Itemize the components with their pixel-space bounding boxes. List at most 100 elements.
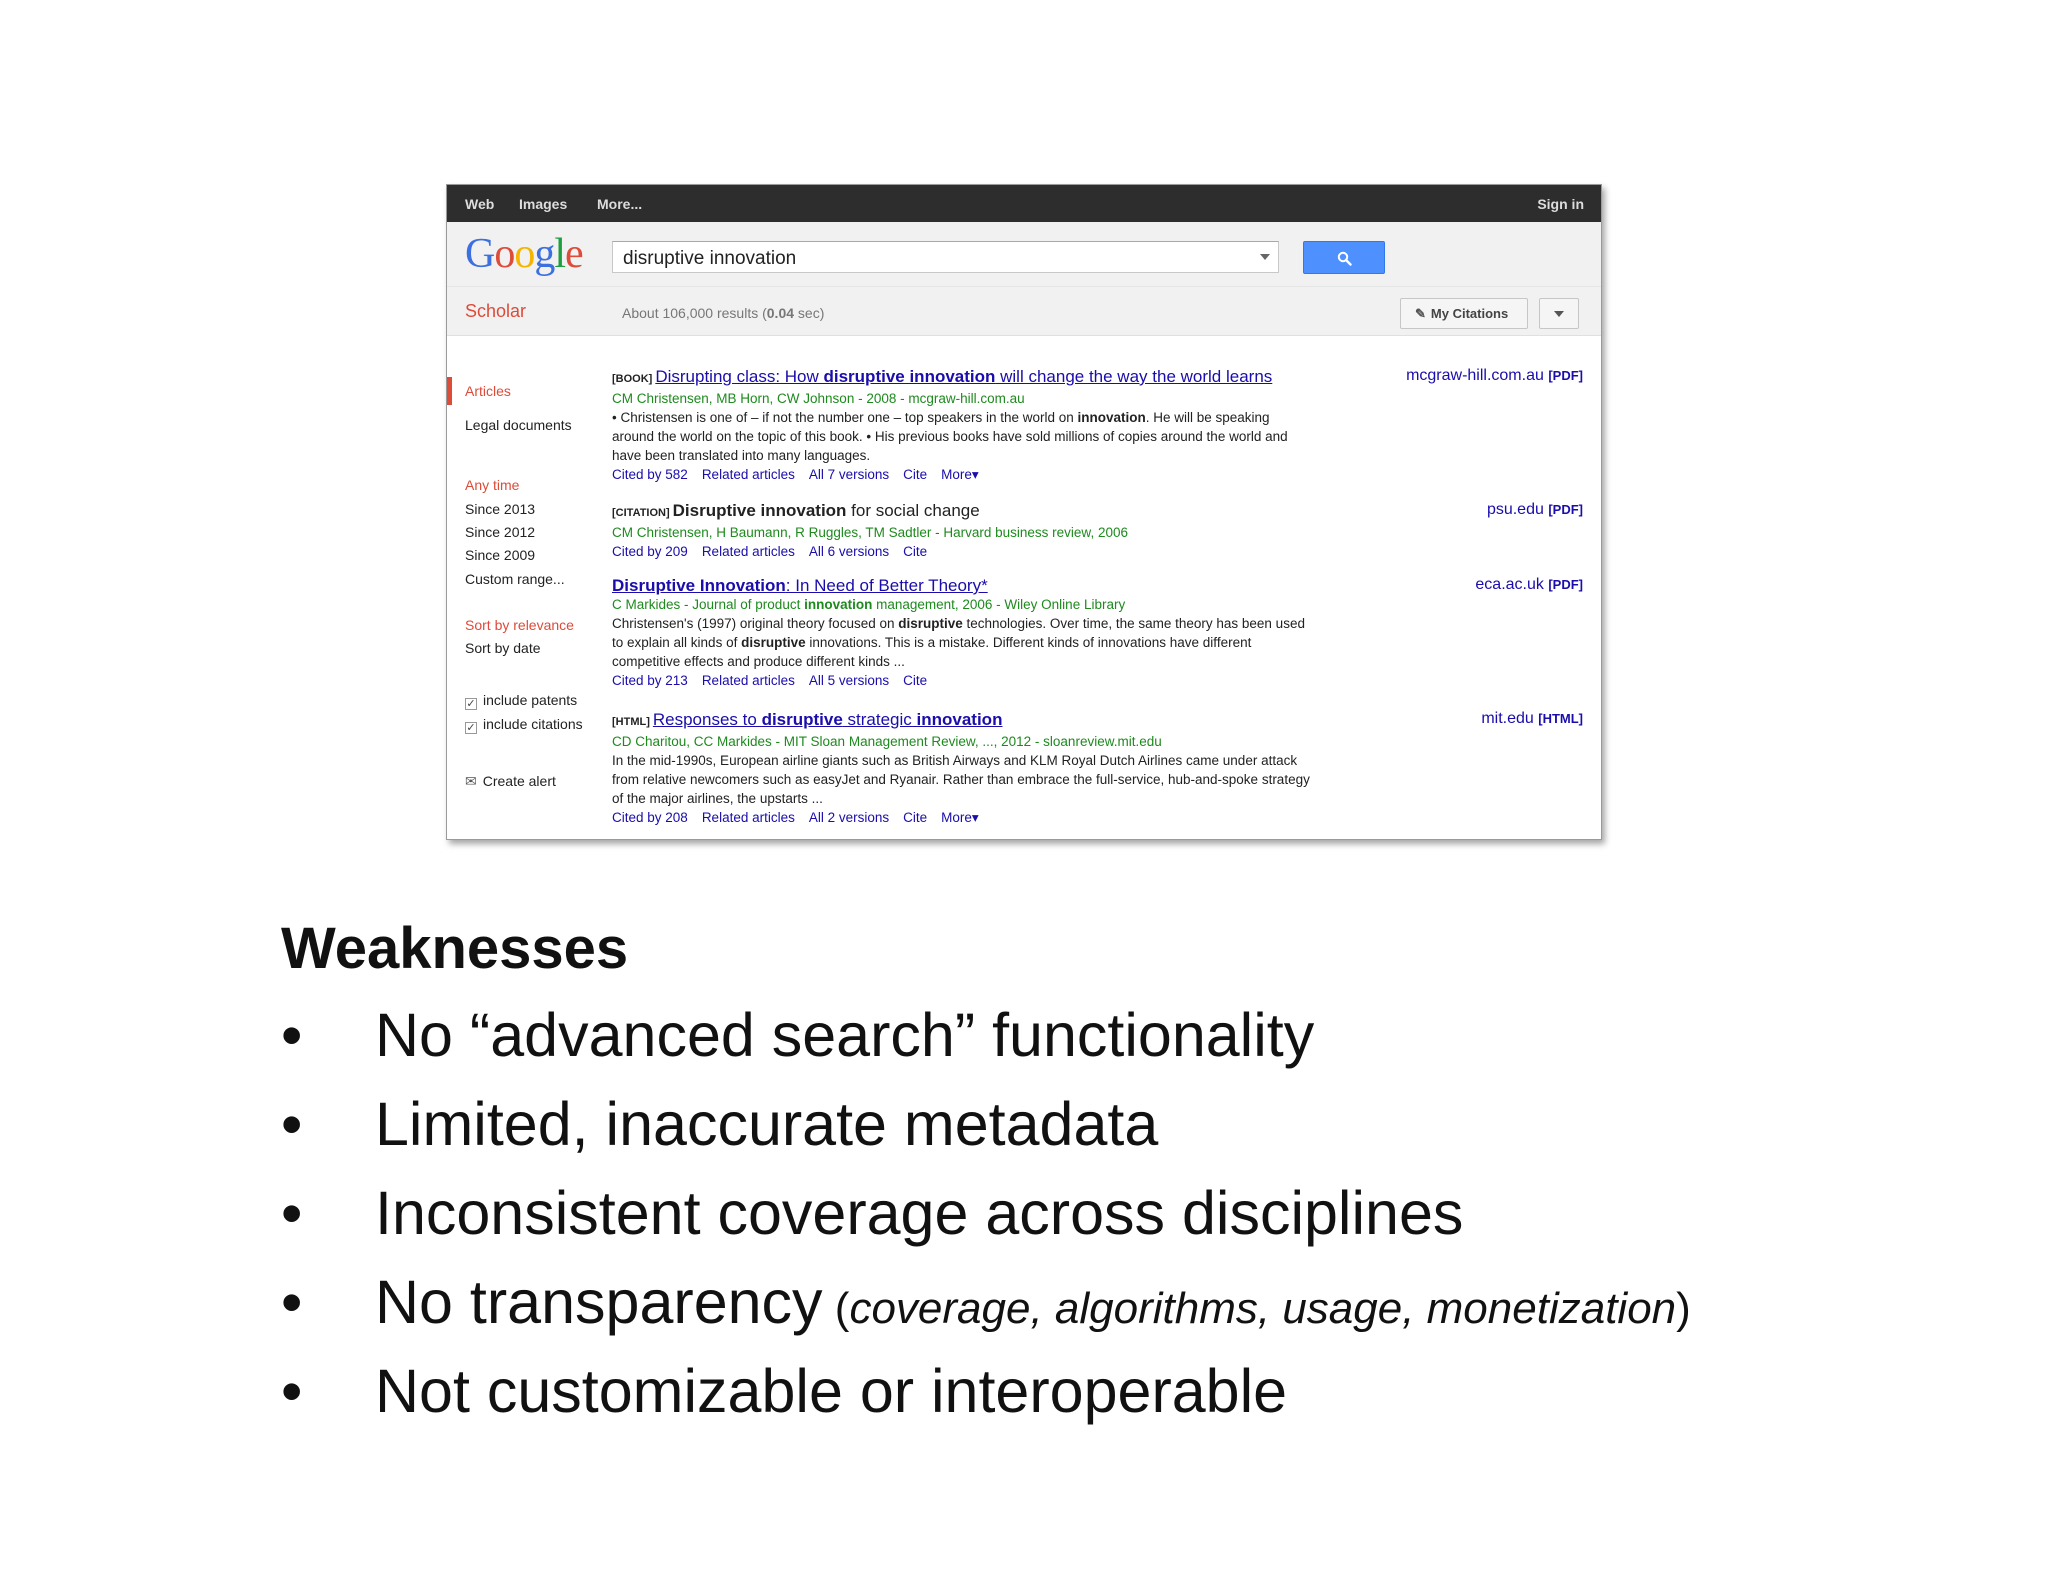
create-alert-link[interactable]: ✉ Create alert bbox=[465, 773, 556, 790]
filter-since-2012[interactable]: Since 2012 bbox=[465, 524, 535, 540]
source-format: [PDF] bbox=[1548, 368, 1583, 383]
related-articles-link[interactable]: Related articles bbox=[702, 544, 795, 559]
stats-suffix: sec) bbox=[794, 305, 825, 321]
filter-any-time[interactable]: Any time bbox=[465, 477, 519, 493]
result-snippet: Christensen's (1997) original theory foc… bbox=[612, 614, 1312, 671]
result-meta: C Markides - Journal of product innovati… bbox=[612, 595, 1312, 614]
result-title: [CITATION] Disruptive innovation for soci… bbox=[612, 501, 1312, 523]
cite-link[interactable]: Cite bbox=[903, 544, 927, 559]
result-source-link[interactable]: mcgraw-hill.com.au [PDF] bbox=[1406, 367, 1583, 385]
google-logo[interactable]: Google bbox=[465, 230, 584, 278]
result-title[interactable]: Disruptive Innovation: In Need of Better… bbox=[612, 576, 1312, 595]
related-articles-link[interactable]: Related articles bbox=[702, 467, 795, 482]
stats-prefix: About 106,000 results ( bbox=[622, 305, 767, 321]
result-title[interactable]: [HTML] Responses to disruptive strategic … bbox=[612, 710, 1312, 732]
search-button[interactable] bbox=[1303, 241, 1385, 274]
envelope-icon: ✉ bbox=[465, 773, 477, 789]
result-item: [BOOK] Disrupting class: How disruptive i… bbox=[612, 367, 1312, 484]
related-articles-link[interactable]: Related articles bbox=[702, 673, 795, 688]
search-input-value: disruptive innovation bbox=[623, 248, 797, 269]
include-citations-checkbox[interactable]: ✓ include citations bbox=[465, 716, 583, 734]
title-part: Responses to bbox=[652, 710, 762, 729]
result-source-link[interactable]: eca.ac.uk [PDF] bbox=[1475, 576, 1583, 594]
bullet-icon: • bbox=[281, 1179, 303, 1247]
result-source-link[interactable]: psu.edu [PDF] bbox=[1487, 501, 1583, 519]
sign-in-link[interactable]: Sign in bbox=[1537, 196, 1584, 212]
result-meta: CM Christensen, H Baumann, R Ruggles, TM… bbox=[612, 525, 1128, 540]
checkbox-icon[interactable]: ✓ bbox=[465, 698, 477, 710]
list-item: • Not customizable or interoperable bbox=[281, 1356, 2021, 1445]
logo-letter: e bbox=[565, 231, 584, 277]
result-title-link[interactable]: Disruptive Innovation: In Need of Better… bbox=[612, 576, 988, 595]
logo-letter: o bbox=[514, 231, 535, 277]
cite-link[interactable]: Cite bbox=[903, 673, 927, 688]
title-part: Disrupting class: How bbox=[655, 367, 824, 386]
list-item: • No “advanced search” functionality bbox=[281, 1000, 2021, 1089]
bullet-icon: • bbox=[281, 1001, 303, 1069]
nav-more[interactable]: More... bbox=[597, 196, 642, 212]
left-filter-column: Articles Legal documents Any time Since … bbox=[447, 335, 607, 839]
meta-part: C Markides - Journal of product bbox=[612, 597, 805, 612]
cited-by-link[interactable]: Cited by 208 bbox=[612, 810, 688, 825]
all-versions-link[interactable]: All 2 versions bbox=[809, 810, 889, 825]
title-bold: disruptive bbox=[761, 710, 843, 729]
result-snippet: In the mid-1990s, European airline giant… bbox=[612, 753, 1310, 806]
pencil-icon: ✎ bbox=[1415, 306, 1426, 321]
chevron-down-icon[interactable] bbox=[1260, 254, 1270, 260]
cite-link[interactable]: Cite bbox=[903, 467, 927, 482]
bullet-icon: • bbox=[281, 1090, 303, 1158]
filter-since-2009[interactable]: Since 2009 bbox=[465, 547, 535, 563]
result-type-tag: [BOOK] bbox=[612, 373, 653, 385]
sort-by-date[interactable]: Sort by date bbox=[465, 640, 541, 656]
all-versions-link[interactable]: All 7 versions bbox=[809, 467, 889, 482]
result-title-link[interactable]: Responses to disruptive strategic innova… bbox=[653, 710, 1003, 729]
filter-articles[interactable]: Articles bbox=[465, 383, 511, 399]
search-input[interactable]: disruptive innovation bbox=[612, 241, 1279, 273]
result-source-link[interactable]: mit.edu [HTML] bbox=[1481, 710, 1583, 728]
create-alert-label: Create alert bbox=[482, 773, 556, 789]
more-link[interactable]: More▾ bbox=[941, 810, 979, 825]
top-nav-bar: Web Images More... Sign in bbox=[447, 185, 1601, 222]
snippet-part: • Christensen is one of – if not the num… bbox=[612, 410, 1078, 425]
related-articles-link[interactable]: Related articles bbox=[702, 810, 795, 825]
nav-web[interactable]: Web bbox=[465, 196, 494, 212]
all-versions-link[interactable]: All 6 versions bbox=[809, 544, 889, 559]
filter-since-2013[interactable]: Since 2013 bbox=[465, 501, 535, 517]
cited-by-link[interactable]: Cited by 213 bbox=[612, 673, 688, 688]
result-links: Cited by 208 Related articles All 2 versio… bbox=[612, 808, 1312, 827]
result-title[interactable]: [BOOK] Disrupting class: How disruptive i… bbox=[612, 367, 1312, 389]
scholar-subheader: Scholar About 106,000 results (0.04 sec)… bbox=[447, 287, 1601, 336]
scholar-screenshot: Web Images More... Sign in Google disrup… bbox=[446, 184, 1602, 840]
more-link[interactable]: More▾ bbox=[941, 467, 979, 482]
title-bold: innovation bbox=[916, 710, 1003, 729]
paren-close: ) bbox=[1676, 1284, 1691, 1333]
logo-letter: G bbox=[465, 231, 495, 277]
filter-custom-range[interactable]: Custom range... bbox=[465, 571, 565, 587]
cited-by-link[interactable]: Cited by 582 bbox=[612, 467, 688, 482]
cited-by-link[interactable]: Cited by 209 bbox=[612, 544, 688, 559]
bullet-text: No “advanced search” functionality bbox=[375, 1001, 1315, 1069]
title-part: strategic bbox=[842, 710, 917, 729]
include-patents-checkbox[interactable]: ✓ include patents bbox=[465, 692, 577, 710]
result-stats: About 106,000 results (0.04 sec) bbox=[622, 305, 824, 321]
filter-legal-documents[interactable]: Legal documents bbox=[465, 417, 572, 433]
source-domain: mcgraw-hill.com.au bbox=[1406, 367, 1544, 384]
scholar-label[interactable]: Scholar bbox=[465, 301, 526, 322]
search-icon bbox=[1337, 251, 1352, 266]
settings-dropdown-button[interactable] bbox=[1539, 298, 1579, 329]
all-versions-link[interactable]: All 5 versions bbox=[809, 673, 889, 688]
result-title-link[interactable]: Disrupting class: How disruptive innovat… bbox=[655, 367, 1272, 386]
checkbox-icon[interactable]: ✓ bbox=[465, 722, 477, 734]
bullet-text: Not customizable or interoperable bbox=[375, 1357, 1288, 1425]
my-citations-button[interactable]: ✎ My Citations bbox=[1400, 298, 1528, 329]
sort-by-relevance[interactable]: Sort by relevance bbox=[465, 617, 574, 633]
cite-link[interactable]: Cite bbox=[903, 810, 927, 825]
slide-heading: Weaknesses bbox=[281, 916, 629, 981]
logo-letter: l bbox=[554, 231, 566, 277]
list-item: • Inconsistent coverage across discipline… bbox=[281, 1178, 2021, 1267]
bullet-icon: • bbox=[281, 1357, 303, 1425]
meta-bold: innovation bbox=[804, 597, 873, 612]
nav-images[interactable]: Images bbox=[519, 196, 567, 212]
bullet-text-group: No transparency (coverage, algorithms, u… bbox=[375, 1267, 1691, 1337]
title-part: will change the way the world learns bbox=[995, 367, 1273, 386]
